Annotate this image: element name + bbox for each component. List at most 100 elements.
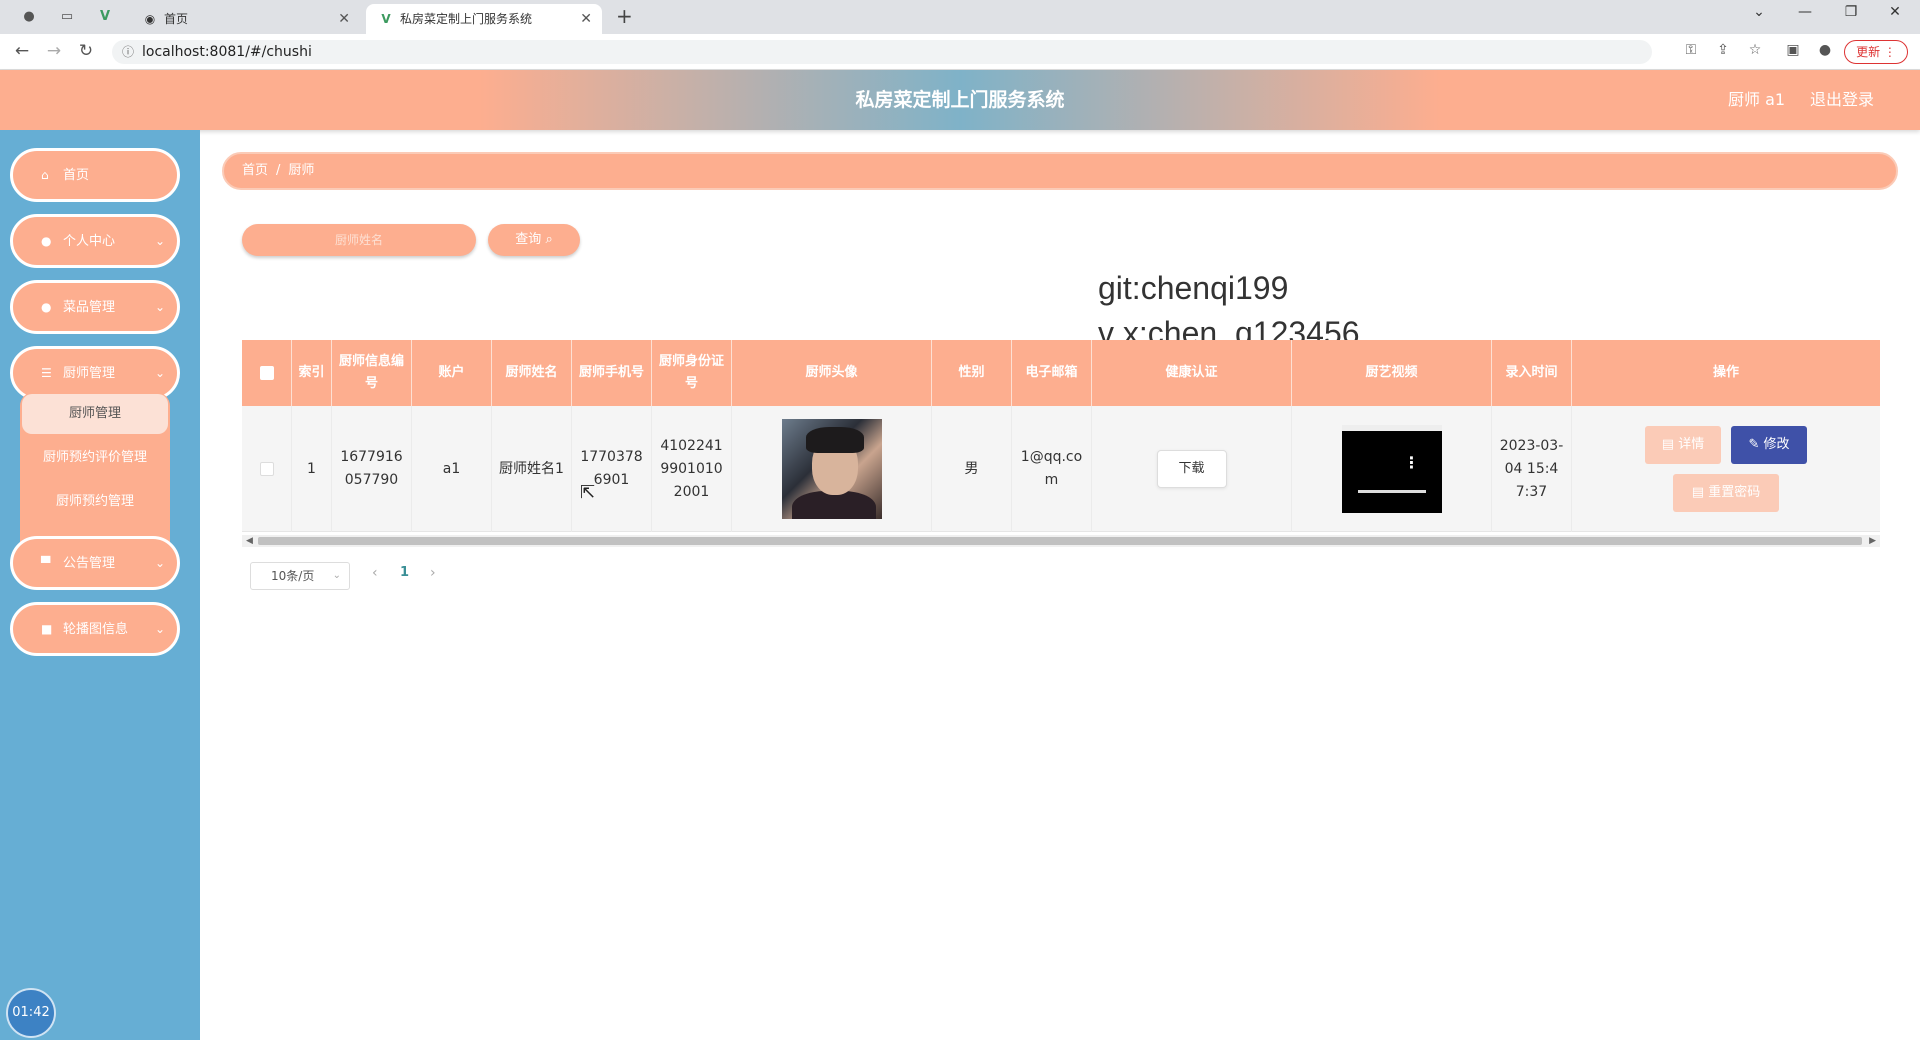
chevron-down-icon: ⌄ <box>332 570 341 581</box>
home-icon: ⌂ <box>41 168 49 182</box>
chef-video-player[interactable]: ⋮ <box>1341 425 1442 513</box>
chevron-down-icon: ⌄ <box>154 366 165 380</box>
restore-icon[interactable]: ❐ <box>1836 4 1866 20</box>
page-size-select[interactable]: 10条/页 ⌄ <box>250 562 350 590</box>
cell-gender: 男 <box>932 406 1012 532</box>
mouse-cursor-icon: ⇱ <box>580 482 596 503</box>
search-input[interactable] <box>242 224 476 256</box>
chef-avatar-image[interactable] <box>781 419 882 519</box>
breadcrumb-separator: / <box>276 163 281 178</box>
select-all-checkbox[interactable] <box>259 366 274 380</box>
prev-page-icon[interactable]: ‹ <box>372 562 378 584</box>
address-bar: ← → ↻ ⓘ localhost:8081/#/chushi ⚿ ⇪ ☆ ▣ … <box>0 34 1920 70</box>
side-panel-icon[interactable]: ▣ <box>1782 42 1804 58</box>
new-tab-icon[interactable]: + <box>616 4 633 28</box>
cell-name: 厨师姓名1 <box>492 406 572 532</box>
col-account[interactable]: 账户 <box>412 340 492 406</box>
sidebar-item-notices[interactable]: ▀ 公告管理 ⌄ <box>10 536 180 590</box>
breadcrumb-home[interactable]: 首页 <box>242 163 268 178</box>
video-progress-bar[interactable] <box>1357 490 1426 493</box>
reload-icon[interactable]: ↻ <box>74 41 98 61</box>
submenu-item-chef-booking[interactable]: 厨师预约管理 <box>20 482 170 522</box>
row-checkbox[interactable] <box>259 462 274 476</box>
row-select-cell <box>242 406 292 532</box>
table-header: 索引 厨师信息编号 账户 厨师姓名 厨师手机号 厨师身份证号 厨师头像 性别 电… <box>242 340 1880 406</box>
browser-tab-active[interactable]: V 私房菜定制上门服务系统 ✕ <box>366 4 602 34</box>
share-icon[interactable]: ⇪ <box>1712 42 1734 58</box>
blank-tab-icon[interactable]: ▭ <box>58 8 76 26</box>
edit-button[interactable]: ✎ 修改 <box>1731 426 1807 464</box>
col-email[interactable]: 电子邮箱 <box>1012 340 1092 406</box>
vue-icon: V <box>381 12 391 26</box>
col-avatar[interactable]: 厨师头像 <box>732 340 932 406</box>
document-icon: ▤ <box>1691 485 1705 500</box>
window-close-icon[interactable]: ✕ <box>1880 4 1910 20</box>
github-icon[interactable]: ● <box>20 8 38 26</box>
sidebar-item-dishes[interactable]: ● 菜品管理 ⌄ <box>10 280 180 334</box>
col-chef-no[interactable]: 厨师信息编号 <box>332 340 412 406</box>
cell-video: ⋮ <box>1292 406 1492 532</box>
sidebar-item-carousel[interactable]: ■ 轮播图信息 ⌄ <box>10 602 180 656</box>
scroll-left-icon[interactable]: ◀ <box>246 535 253 547</box>
col-actions: 操作 <box>1712 365 1739 380</box>
reset-password-button[interactable]: ▤ 重置密码 <box>1673 474 1779 512</box>
scroll-right-icon[interactable]: ▶ <box>1869 535 1876 547</box>
cell-email: 1@qq.com <box>1012 406 1092 532</box>
table-row[interactable]: 1 1677916057790 a1 厨师姓名1 17703786901 410… <box>242 406 1880 532</box>
user-icon: ● <box>41 300 52 314</box>
browser-update-button[interactable]: 更新 ⋮ <box>1844 40 1908 64</box>
select-all-cell <box>242 340 292 406</box>
chevron-down-icon: ⌄ <box>154 622 165 636</box>
cell-actions: ▤ 详情 ✎ 修改 ▤ 重置密码 <box>1572 406 1880 532</box>
detail-button[interactable]: ▤ 详情 <box>1645 426 1721 464</box>
minimize-icon[interactable]: — <box>1790 4 1820 20</box>
col-health[interactable]: 健康认证 <box>1092 340 1292 406</box>
col-gender[interactable]: 性别 <box>932 340 1012 406</box>
chevron-down-icon: ⌄ <box>154 300 165 314</box>
col-created[interactable]: 录入时间 <box>1492 340 1572 406</box>
page-number-current[interactable]: 1 <box>400 562 409 584</box>
key-icon[interactable]: ⚿ <box>1680 42 1702 58</box>
col-id-card[interactable]: 厨师身份证号 <box>652 340 732 406</box>
cell-health: 下载 <box>1092 406 1292 532</box>
sidebar-item-profile[interactable]: ● 个人中心 ⌄ <box>10 214 180 268</box>
cell-account: a1 <box>412 406 492 532</box>
info-icon[interactable]: ⓘ <box>122 40 134 64</box>
app-header: 私房菜定制上门服务系统 厨师 a1 退出登录 <box>0 70 1920 130</box>
logout-link[interactable]: 退出登录 <box>1810 70 1874 130</box>
scrollbar-thumb[interactable] <box>258 537 1862 545</box>
download-health-button[interactable]: 下载 <box>1156 450 1227 488</box>
sidebar-item-home[interactable]: ⌂ 首页 <box>10 148 180 202</box>
user-icon: ● <box>41 234 52 248</box>
table-horizontal-scrollbar[interactable]: ◀ ▶ <box>242 535 1880 547</box>
url-field[interactable]: ⓘ localhost:8081/#/chushi <box>112 40 1652 64</box>
more-options-icon[interactable]: ⋮ <box>1404 451 1420 474</box>
col-index[interactable]: 索引 <box>292 340 332 406</box>
back-icon[interactable]: ← <box>10 41 34 61</box>
chevron-down-icon[interactable]: ⌄ <box>1744 4 1774 20</box>
browser-tab-home[interactable]: ◉ 首页 ✕ <box>130 4 360 34</box>
chevron-down-icon: ⌄ <box>154 556 165 570</box>
col-phone[interactable]: 厨师手机号 <box>572 340 652 406</box>
query-button[interactable]: 查询 ⌕ <box>488 224 580 256</box>
cell-id-card: 410224199010102001 <box>652 406 732 532</box>
forward-icon[interactable]: → <box>42 41 66 61</box>
close-tab-icon[interactable]: ✕ <box>338 4 350 34</box>
submenu-item-chef-manage[interactable]: 厨师管理 <box>22 394 168 434</box>
col-video[interactable]: 厨艺视频 <box>1292 340 1492 406</box>
browser-tab-bar: ● ▭ V ◉ 首页 ✕ V 私房菜定制上门服务系统 ✕ + ⌄ — ❐ ✕ <box>0 0 1920 34</box>
chef-submenu: 厨师管理 厨师预约评价管理 厨师预约管理 <box>20 392 170 560</box>
cell-avatar <box>732 406 932 532</box>
app-title: 私房菜定制上门服务系统 <box>855 89 1065 111</box>
search-icon: ⌕ <box>545 232 553 247</box>
vue-icon[interactable]: V <box>96 8 114 26</box>
col-name[interactable]: 厨师姓名 <box>492 340 572 406</box>
profile-icon[interactable]: ● <box>1814 42 1836 58</box>
cell-chef-no: 1677916057790 <box>332 406 412 532</box>
timer-badge: 01:42 <box>6 988 56 1038</box>
monitor-icon: ▀ <box>41 556 51 570</box>
close-tab-icon[interactable]: ✕ <box>580 4 592 34</box>
bookmark-star-icon[interactable]: ☆ <box>1744 42 1766 58</box>
next-page-icon[interactable]: › <box>430 562 436 584</box>
submenu-item-chef-review[interactable]: 厨师预约评价管理 <box>20 438 170 478</box>
